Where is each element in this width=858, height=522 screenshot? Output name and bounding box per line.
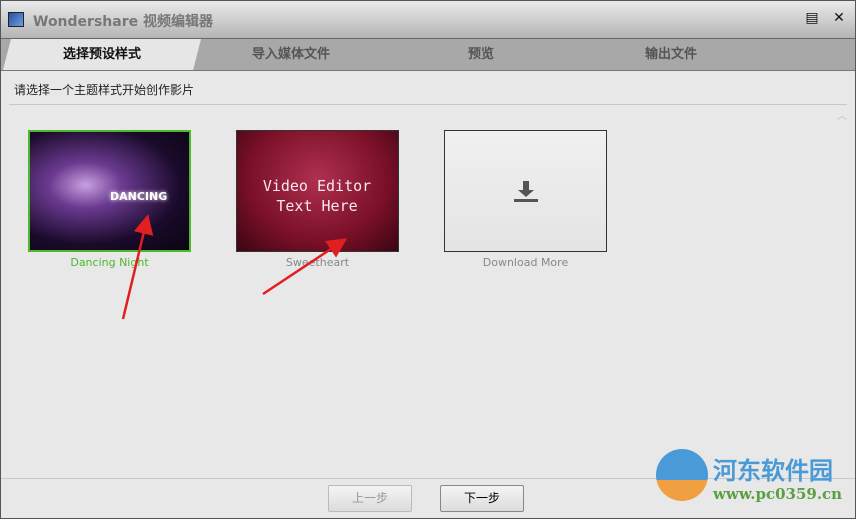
arrow <box>262 238 348 296</box>
annotation-arrows <box>121 214 348 320</box>
watermark-url: www.pc0359.cn <box>713 485 843 503</box>
next-button[interactable]: 下一步 <box>440 485 524 512</box>
watermark-name: 河东软件园 <box>713 457 833 485</box>
app-window: Wondershare 视频编辑器 ▤ ✕ 选择预设样式 导入媒体文件 预览 输… <box>0 0 856 519</box>
prev-button[interactable]: 上一步 <box>328 485 412 512</box>
arrow <box>121 214 154 320</box>
watermark-logo <box>656 449 708 501</box>
